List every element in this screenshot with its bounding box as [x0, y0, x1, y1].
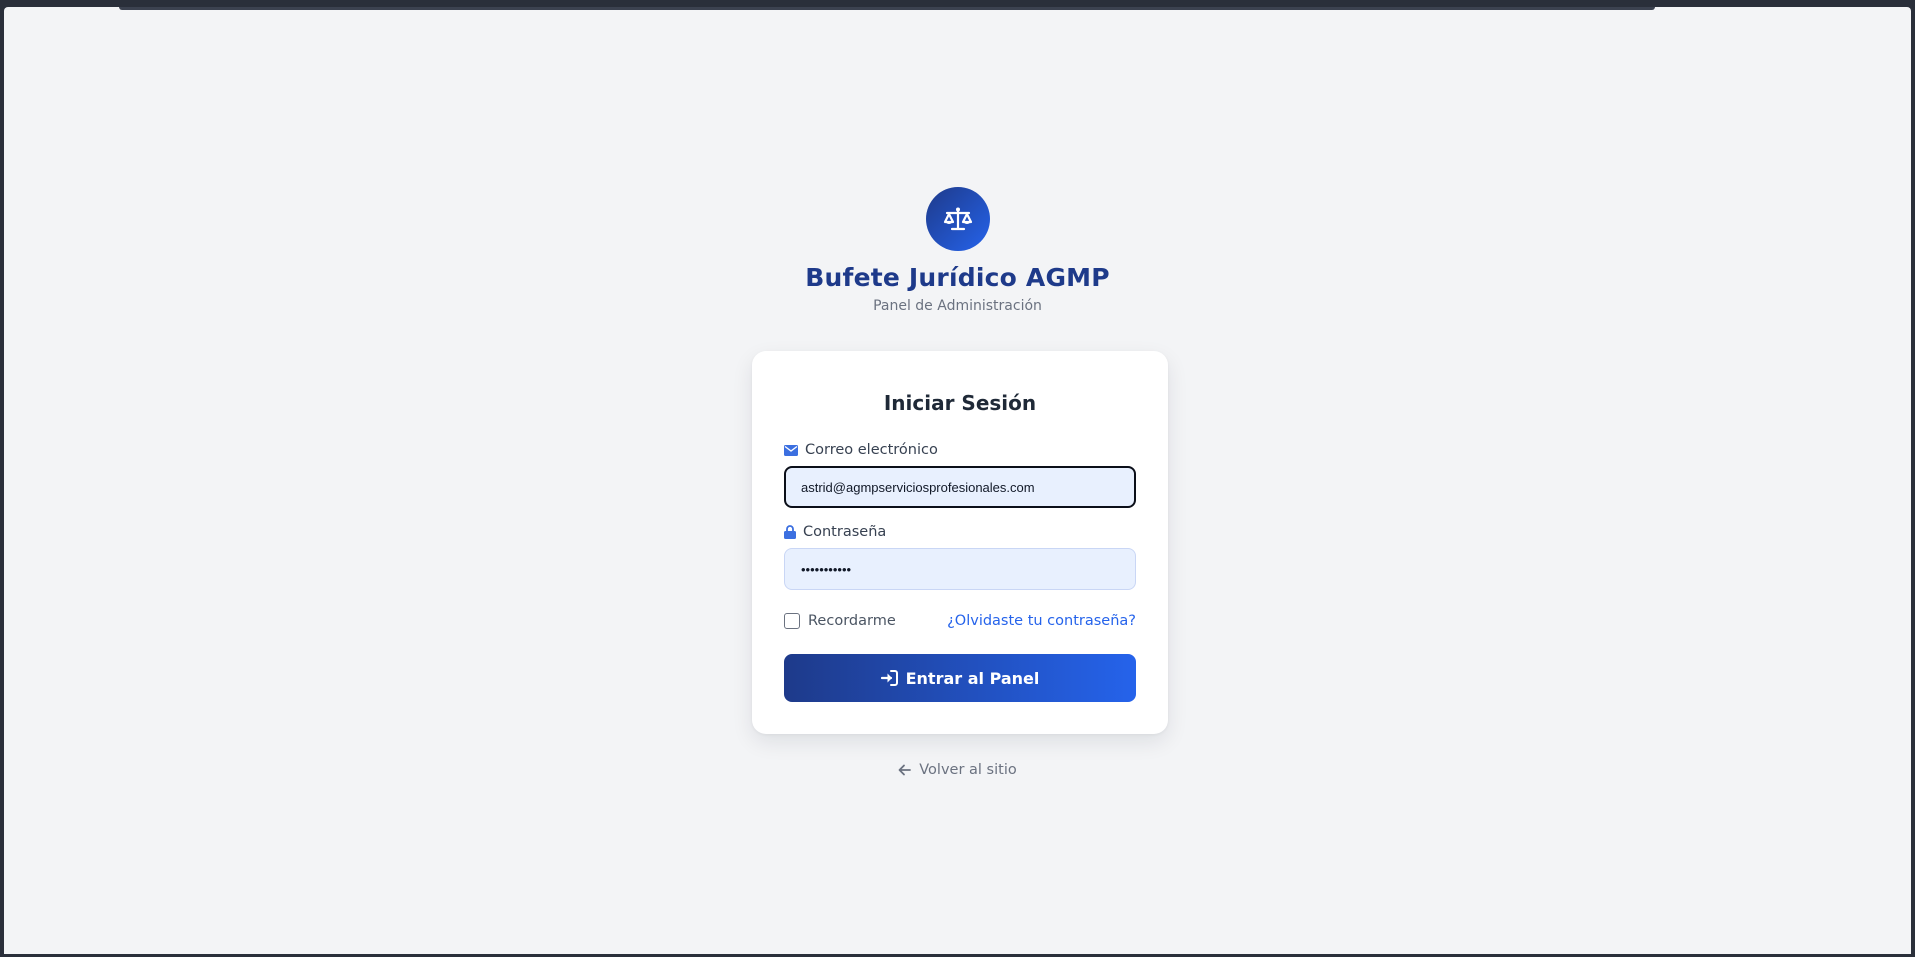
- password-label-text: Contraseña: [803, 524, 887, 540]
- lock-icon: [784, 525, 796, 539]
- login-submit-label: Entrar al Panel: [905, 668, 1040, 688]
- email-label-text: Correo electrónico: [805, 442, 938, 458]
- email-input[interactable]: [784, 466, 1136, 508]
- sign-in-icon: [880, 670, 898, 686]
- forgot-password-link[interactable]: ¿Olvidaste tu contraseña?: [947, 613, 1136, 629]
- login-card: Iniciar Sesión Correo electrónico Contra…: [752, 351, 1168, 734]
- back-to-site-link[interactable]: Volver al sitio: [4, 762, 1911, 778]
- logo-badge: [925, 187, 990, 251]
- brand-title: Bufete Jurídico AGMP: [805, 263, 1110, 292]
- password-label: Contraseña: [784, 524, 886, 540]
- envelope-icon: [784, 444, 798, 456]
- login-submit-button[interactable]: Entrar al Panel: [784, 654, 1136, 702]
- brand-subtitle: Panel de Administración: [873, 298, 1042, 314]
- arrow-left-icon: [898, 764, 912, 776]
- remember-checkbox[interactable]: [784, 613, 800, 629]
- browser-viewport: Bufete Jurídico AGMP Panel de Administra…: [4, 7, 1911, 954]
- top-edge-bar: [119, 7, 1655, 10]
- remember-label: Recordarme: [808, 613, 896, 629]
- email-label: Correo electrónico: [784, 442, 938, 458]
- login-title: Iniciar Sesión: [883, 391, 1037, 415]
- remember-me[interactable]: Recordarme: [784, 613, 896, 629]
- back-to-site-label: Volver al sitio: [919, 762, 1017, 778]
- password-input[interactable]: [784, 548, 1136, 590]
- brand-header: Bufete Jurídico AGMP Panel de Administra…: [4, 187, 1911, 314]
- balance-scale-icon: [943, 207, 972, 231]
- options-row: Recordarme ¿Olvidaste tu contraseña?: [784, 611, 1136, 631]
